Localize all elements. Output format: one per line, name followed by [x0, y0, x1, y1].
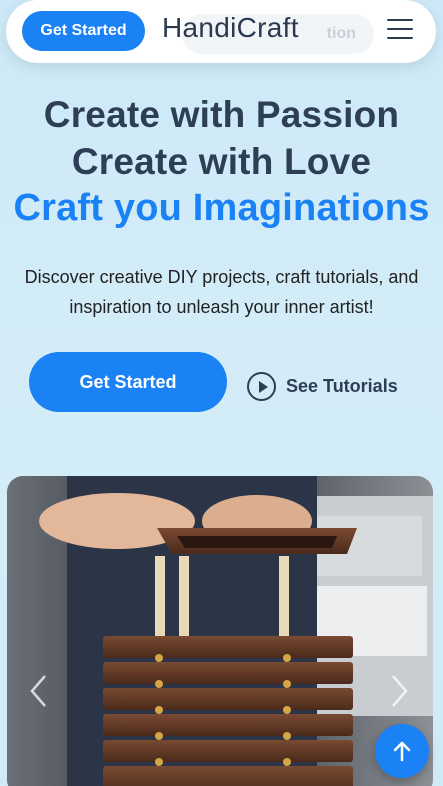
chevron-left-icon: [30, 675, 46, 707]
menu-bar: [387, 37, 413, 39]
see-tutorials-link[interactable]: See Tutorials: [247, 370, 398, 402]
carousel-next-button[interactable]: [384, 671, 414, 711]
menu-bar: [387, 28, 413, 30]
nav-get-started-button[interactable]: Get Started: [22, 11, 145, 51]
carousel-prev-button[interactable]: [24, 671, 54, 711]
chevron-right-icon: [392, 675, 408, 707]
hero-heading-accent: Craft you Imaginations: [13, 187, 430, 229]
hero-heading-line-2: Create with Love: [71, 141, 372, 182]
image-carousel[interactable]: [7, 476, 433, 786]
top-navbar: tion Get Started HandiCraft: [6, 0, 436, 63]
brand-logo-text[interactable]: HandiCraft: [162, 12, 299, 44]
hero-heading-line-1: Create with Passion: [43, 94, 400, 135]
hamburger-menu-icon[interactable]: [387, 17, 413, 41]
get-started-button[interactable]: Get Started: [29, 352, 227, 412]
play-circle-icon: [247, 371, 276, 401]
hero-subtitle: Discover creative DIY projects, craft tu…: [24, 267, 419, 317]
see-tutorials-label: See Tutorials: [286, 375, 398, 396]
arrow-up-icon: [393, 741, 411, 762]
menu-bar: [387, 19, 413, 21]
carousel-slide-image: [7, 476, 433, 786]
back-to-top-button[interactable]: [375, 724, 429, 778]
